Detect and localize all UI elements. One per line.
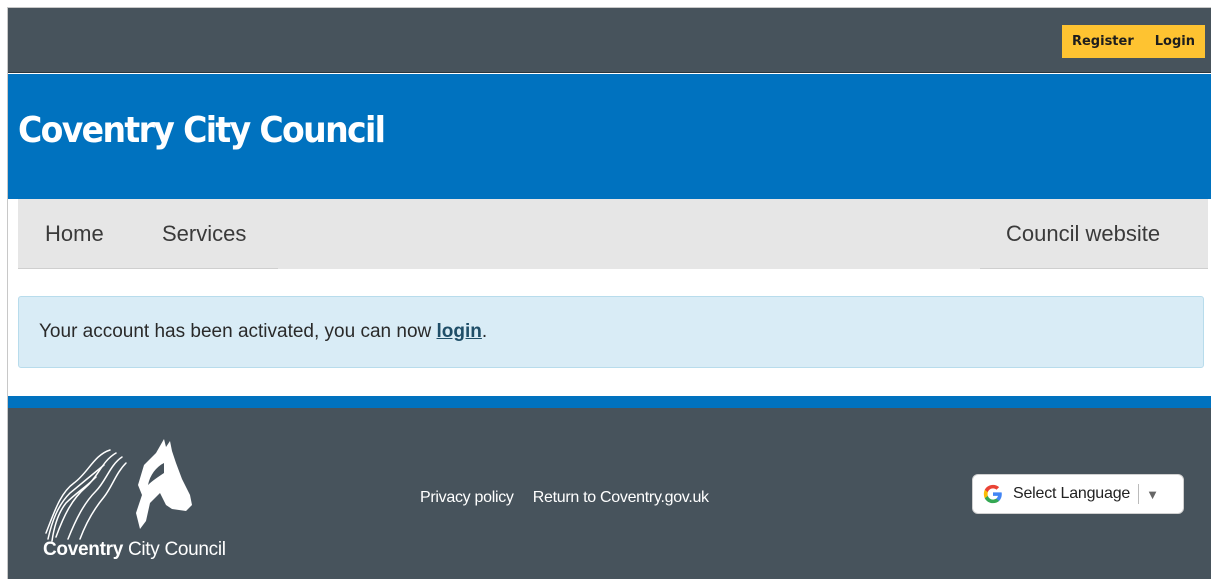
nav-home[interactable]: Home xyxy=(45,221,104,247)
nav-left-group: Home Services xyxy=(18,199,278,269)
nav-council-website[interactable]: Council website xyxy=(1006,221,1160,247)
alert-message: Your account has been activated, you can… xyxy=(39,321,487,343)
nav-right-group: Council website xyxy=(980,199,1208,269)
success-alert: Your account has been activated, you can… xyxy=(18,296,1204,368)
login-link[interactable]: Login xyxy=(1155,34,1195,49)
google-g-icon xyxy=(983,484,1002,504)
language-separator xyxy=(1138,484,1140,504)
footer-logo-rest: City Council xyxy=(122,539,226,560)
footer: Coventry City Council Privacy policy Ret… xyxy=(8,408,1211,579)
coventry-horse-logo xyxy=(45,439,192,542)
top-bar: Register Login xyxy=(8,8,1211,73)
alert-text: Your account has been activated, you can… xyxy=(39,321,437,342)
brand-header: Coventry City Council xyxy=(8,74,1211,199)
return-to-coventry-link[interactable]: Return to Coventry.gov.uk xyxy=(533,489,709,506)
language-select[interactable]: Select Language ▼ xyxy=(972,474,1184,514)
page-frame: Register Login Coventry City Council Hom… xyxy=(7,7,1211,579)
footer-stripe xyxy=(8,396,1211,408)
language-label: Select Language xyxy=(1013,485,1131,502)
register-link[interactable]: Register xyxy=(1072,34,1134,49)
site-title[interactable]: Coventry City Council xyxy=(18,110,386,151)
footer-logo-bold: Coventry xyxy=(43,539,123,560)
dropdown-arrow-icon: ▼ xyxy=(1146,486,1159,502)
nav-services[interactable]: Services xyxy=(162,221,246,247)
footer-links: Privacy policy Return to Coventry.gov.uk xyxy=(420,489,709,507)
auth-links: Register Login xyxy=(1061,25,1205,58)
privacy-policy-link[interactable]: Privacy policy xyxy=(420,489,514,506)
alert-login-link[interactable]: login xyxy=(437,321,482,342)
nav-spacer xyxy=(278,199,980,269)
main-nav: Home Services Council website xyxy=(8,199,1211,270)
footer-logo-text: Coventry City Council xyxy=(43,539,226,561)
alert-suffix: . xyxy=(481,321,488,342)
